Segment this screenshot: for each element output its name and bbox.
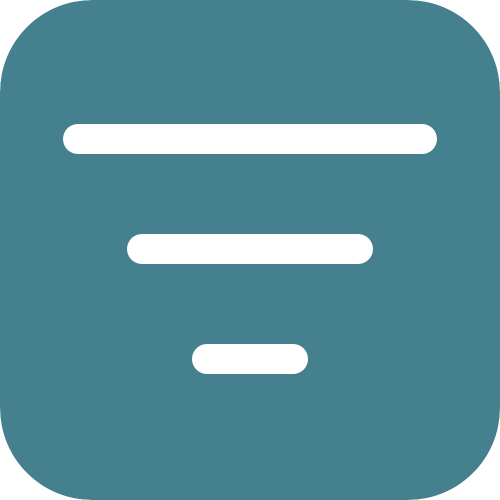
filter-app-icon[interactable]	[0, 0, 500, 500]
filter-icon	[0, 0, 500, 500]
